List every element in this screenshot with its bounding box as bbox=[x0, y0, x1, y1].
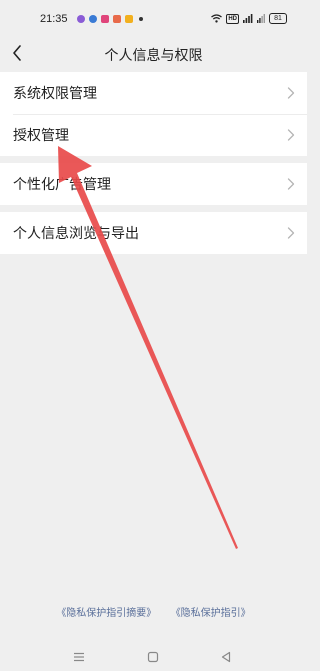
menu-group-permissions: 系统权限管理 授权管理 bbox=[0, 72, 307, 156]
signal-icon bbox=[243, 14, 253, 23]
menu-icon bbox=[74, 652, 84, 662]
menu-item-label: 系统权限管理 bbox=[13, 86, 97, 102]
status-time: 21:35 bbox=[40, 13, 68, 25]
page-title: 个人信息与权限 bbox=[104, 48, 203, 64]
privacy-summary-link[interactable]: 《隐私保护指引摘要》 bbox=[56, 608, 156, 619]
header: 个人信息与权限 bbox=[0, 36, 307, 72]
menu-item-personalized-ads[interactable]: 个性化广告管理 bbox=[0, 163, 307, 205]
home-button[interactable] bbox=[144, 650, 162, 664]
square-icon bbox=[147, 651, 159, 663]
menu-item-label: 授权管理 bbox=[13, 128, 69, 144]
menu-item-info-export[interactable]: 个人信息浏览与导出 bbox=[0, 212, 307, 254]
menu-item-label: 个人信息浏览与导出 bbox=[13, 226, 139, 242]
triangle-back-icon bbox=[221, 651, 231, 663]
menu-item-authorization[interactable]: 授权管理 bbox=[0, 114, 307, 156]
wifi-icon bbox=[211, 14, 223, 23]
app-notification-icon bbox=[113, 15, 121, 23]
back-nav-button[interactable] bbox=[217, 650, 235, 664]
hd-badge: HD bbox=[226, 13, 239, 24]
chevron-right-icon bbox=[287, 87, 295, 99]
chevron-right-icon bbox=[287, 227, 295, 239]
chevron-right-icon bbox=[287, 178, 295, 190]
privacy-policy-link[interactable]: 《隐私保护指引》 bbox=[171, 608, 251, 619]
notification-icons bbox=[77, 15, 143, 23]
app-notification-icon bbox=[77, 15, 85, 23]
signal-icon bbox=[257, 14, 265, 23]
app-notification-icon bbox=[101, 15, 109, 23]
chevron-right-icon bbox=[287, 129, 295, 141]
app-notification-icon bbox=[89, 15, 97, 23]
menu-item-system-permissions[interactable]: 系统权限管理 bbox=[0, 72, 307, 114]
more-notifications-icon bbox=[139, 17, 143, 21]
system-icons: HD 81 bbox=[211, 13, 287, 24]
system-navigation-bar bbox=[0, 645, 307, 671]
menu-group-ads: 个性化广告管理 bbox=[0, 163, 307, 205]
menu-item-label: 个性化广告管理 bbox=[13, 177, 111, 193]
app-notification-icon bbox=[125, 15, 133, 23]
recent-apps-button[interactable] bbox=[70, 650, 88, 664]
battery-icon: 81 bbox=[269, 13, 287, 24]
status-bar: 21:35 HD 81 bbox=[0, 0, 307, 36]
footer-links: 《隐私保护指引摘要》 《隐私保护指引》 bbox=[0, 604, 307, 619]
menu-group-export: 个人信息浏览与导出 bbox=[0, 212, 307, 254]
